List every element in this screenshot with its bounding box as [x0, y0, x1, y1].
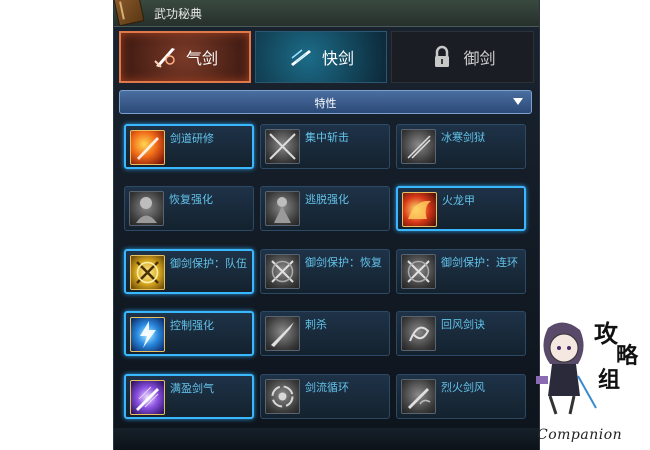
skill-card[interactable]: 火龙甲: [396, 186, 526, 231]
sword-tabs: 气剑 快剑 御剑: [119, 31, 534, 83]
crossed-swords-icon: [130, 255, 165, 290]
warrior-icon: [129, 191, 164, 226]
watermark-logo: 攻 略 组 Companion: [528, 310, 650, 450]
skill-card[interactable]: 恢复强化: [124, 186, 254, 231]
dagger-icon: [265, 316, 300, 351]
crossed-swords-icon: [265, 254, 300, 289]
skill-card[interactable]: 御剑保护：连环: [396, 249, 526, 294]
whirlwind-icon: [401, 316, 436, 351]
skill-card[interactable]: 御剑保护：队伍: [124, 249, 254, 294]
tab-label: 御剑: [463, 49, 496, 68]
dropdown-value: 特性: [314, 97, 337, 110]
skill-name: 剑流循环: [305, 381, 349, 394]
skill-name: 控制强化: [170, 319, 214, 332]
skill-card[interactable]: 剑道研修: [124, 124, 254, 169]
skill-name: 御剑保护：队伍: [170, 257, 247, 270]
skill-name: 烈火剑风: [441, 381, 485, 394]
skill-name: 集中斩击: [305, 131, 349, 144]
skill-name: 御剑保护：恢复: [305, 256, 382, 269]
skill-name: 逃脱强化: [305, 193, 349, 206]
sword-icon: [290, 49, 311, 66]
book-icon: [113, 0, 145, 27]
skill-card[interactable]: 烈火剑风: [396, 374, 526, 419]
skill-card[interactable]: 剑流循环: [260, 374, 390, 419]
sword-icon: [130, 380, 165, 415]
chibi-character-icon: [536, 322, 597, 415]
skill-name: 冰寒剑狱: [441, 131, 485, 144]
skill-card[interactable]: 刺杀: [260, 311, 390, 356]
skill-card[interactable]: 御剑保护：恢复: [260, 249, 390, 294]
crossed-swords-icon: [401, 254, 436, 289]
flame-sword-icon: [401, 379, 436, 414]
lock-icon: [435, 45, 450, 67]
watermark-glyph: 组: [598, 367, 621, 393]
window-titlebar: 武功秘典: [113, 0, 539, 27]
sword-icon: [130, 130, 165, 165]
tab-guard-sword[interactable]: 御剑: [391, 31, 534, 83]
vortex-icon: [265, 379, 300, 414]
skill-name: 剑道研修: [170, 132, 214, 145]
sword-icon: [154, 48, 175, 68]
lightning-icon: [130, 317, 165, 352]
skill-name: 刺杀: [305, 318, 327, 331]
martial-arts-panel: 武功秘典 气剑 快剑 御剑 特性 剑道研修 集中斩击 冰寒剑狱 恢复强化 逃脱强…: [113, 0, 540, 450]
skill-card[interactable]: 逃脱强化: [260, 186, 390, 231]
skill-name: 回风剑诀: [441, 318, 485, 331]
skill-name: 恢复强化: [169, 193, 213, 206]
sword-icon: [265, 129, 300, 164]
tab-label: 快剑: [321, 49, 354, 68]
skill-card[interactable]: 冰寒剑狱: [396, 124, 526, 169]
tab-qi-sword[interactable]: 气剑: [119, 31, 251, 83]
skill-name: 御剑保护：连环: [441, 256, 518, 269]
watermark-glyph: 攻: [594, 319, 618, 348]
skill-card[interactable]: 回风剑诀: [396, 311, 526, 356]
tab-label: 气剑: [185, 49, 218, 68]
skill-card[interactable]: 控制强化: [124, 311, 254, 356]
bottom-strip: [114, 428, 539, 450]
tab-fast-sword[interactable]: 快剑: [255, 31, 387, 83]
warrior-icon: [265, 191, 300, 226]
dragon-icon: [402, 192, 437, 227]
watermark-text: Companion: [537, 427, 623, 443]
skill-name: 满盈剑气: [170, 382, 214, 395]
window-title: 武功秘典: [154, 7, 203, 21]
skill-card[interactable]: 集中斩击: [260, 124, 390, 169]
skill-card[interactable]: 满盈剑气: [124, 374, 254, 419]
sword-icon: [401, 129, 436, 164]
triangle-down-icon: [513, 98, 523, 105]
category-dropdown[interactable]: 特性: [119, 90, 532, 114]
skill-name: 火龙甲: [442, 194, 475, 207]
